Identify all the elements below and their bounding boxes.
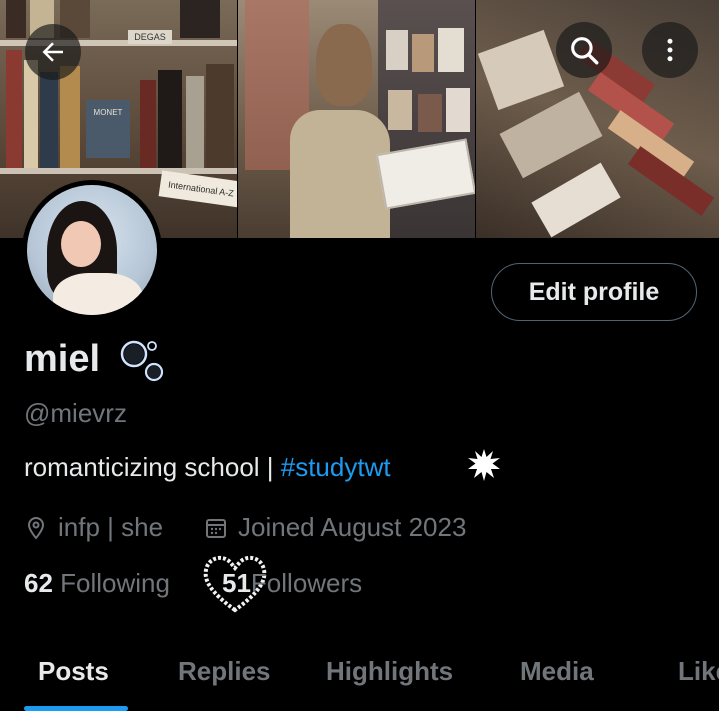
edit-profile-button[interactable]: Edit profile	[491, 263, 697, 321]
more-vertical-icon	[667, 38, 673, 62]
search-button[interactable]	[556, 22, 612, 78]
tab-highlights[interactable]: Highlights	[326, 656, 453, 687]
display-name: miel	[24, 338, 101, 380]
banner-book-monet: MONET	[86, 100, 130, 158]
calendar-icon	[206, 518, 226, 538]
bubbles-emoji-icon	[120, 340, 164, 382]
active-tab-indicator	[24, 706, 128, 711]
followers-label: Followers	[250, 568, 363, 598]
banner-sign-degas: DEGAS	[128, 30, 172, 44]
sparkle-burst-icon	[468, 449, 500, 481]
arrow-left-icon	[42, 42, 63, 62]
tab-media[interactable]: Media	[520, 656, 594, 687]
followers-count: 51	[222, 568, 251, 598]
banner-photo-reader	[238, 0, 476, 238]
avatar-photo	[27, 185, 157, 315]
location-pin-icon	[27, 516, 45, 540]
avatar[interactable]	[22, 180, 162, 320]
bio-text: romanticizing school |	[24, 452, 281, 482]
more-options-button[interactable]	[642, 22, 698, 78]
search-icon	[571, 37, 599, 65]
location-text: infp | she	[58, 512, 164, 542]
followers-link[interactable]: 51Followers	[222, 568, 362, 599]
back-button[interactable]	[25, 24, 81, 80]
following-link[interactable]: 62 Following	[24, 568, 170, 599]
join-date: Joined August 2023	[204, 512, 466, 543]
bio: romanticizing school | #studytwt	[24, 452, 391, 483]
following-count: 62	[24, 568, 53, 598]
following-label: Following	[52, 568, 170, 598]
banner-person	[290, 110, 390, 238]
bio-hashtag-link[interactable]: #studytwt	[281, 452, 391, 482]
location: infp | she	[24, 512, 163, 543]
profile-tabs: Posts Replies Highlights Media Likes	[0, 640, 719, 711]
tab-likes[interactable]: Likes	[678, 656, 719, 687]
tab-replies[interactable]: Replies	[178, 656, 271, 687]
username-handle: @mievrz	[24, 398, 127, 428]
tab-posts[interactable]: Posts	[38, 656, 109, 687]
join-date-text: Joined August 2023	[238, 512, 467, 542]
banner-sign-international: International A-Z	[158, 170, 238, 208]
